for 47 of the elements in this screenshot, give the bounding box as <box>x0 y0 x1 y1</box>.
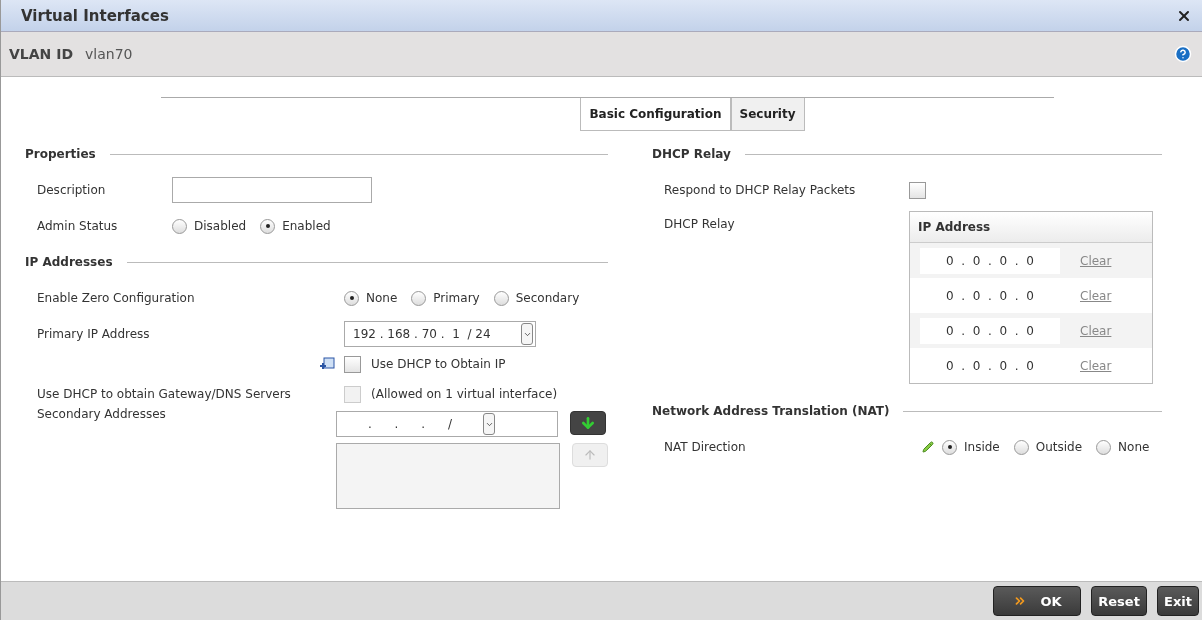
checkbox-label: Use DHCP to Obtain IP <box>371 357 506 371</box>
radio-option[interactable]: None <box>1096 439 1150 455</box>
field-label: Respond to DHCP Relay Packets <box>664 183 857 197</box>
checkbox[interactable] <box>344 355 361 373</box>
clear-link[interactable]: Clear <box>1080 288 1112 303</box>
section-title: Network Address Translation (NAT) <box>652 404 890 418</box>
down-arrow-icon <box>580 415 596 431</box>
footer-button[interactable]: Exit <box>1157 586 1199 616</box>
table-cell: 0 . 0 . 0 . 0 <box>920 317 1060 344</box>
checkbox[interactable] <box>909 181 926 199</box>
field-label: Admin Status <box>37 219 119 233</box>
pencil-icon[interactable] <box>922 441 934 453</box>
footer-button[interactable]: OK <box>993 586 1082 616</box>
field-label: Enable Zero Configuration <box>37 291 196 305</box>
ip-address-field[interactable]: . . . / <box>336 411 558 437</box>
vlan-value: vlan70 <box>85 46 134 62</box>
radio-option[interactable]: None <box>344 290 398 306</box>
radio-option[interactable]: Disabled <box>172 218 247 234</box>
radio-option[interactable]: Enabled <box>260 218 331 234</box>
field-label: Primary IP Address <box>37 327 151 341</box>
field-label: Secondary Addresses <box>37 407 167 421</box>
help-icon[interactable] <box>1174 45 1192 63</box>
radio-option[interactable]: Inside <box>942 439 1000 455</box>
field-label: Use DHCP to obtain Gateway/DNS Servers <box>37 387 292 401</box>
radio-option[interactable]: Primary <box>411 290 480 306</box>
list-add-icon[interactable] <box>319 357 335 371</box>
description-field[interactable] <box>172 177 372 203</box>
radio-option[interactable]: Secondary <box>493 290 580 306</box>
clear-link[interactable]: Clear <box>1080 358 1112 373</box>
dropdown-icon[interactable] <box>483 413 495 435</box>
field-label: DHCP Relay <box>664 217 736 231</box>
vlan-label: VLAN ID <box>9 46 73 62</box>
section-title: Properties <box>25 147 96 161</box>
field-label: NAT Direction <box>664 440 747 454</box>
tab[interactable]: Security <box>730 98 805 131</box>
table-cell: 0 . 0 . 0 . 0 <box>920 247 1060 274</box>
radio-option[interactable]: Outside <box>1013 439 1083 455</box>
section-title: DHCP Relay <box>652 147 731 161</box>
field-label: Description <box>37 183 107 197</box>
window-title: Virtual Interfaces <box>21 6 169 25</box>
section-title: IP Addresses <box>25 255 113 269</box>
tab[interactable]: Basic Configuration <box>580 98 731 131</box>
add-button[interactable] <box>570 411 606 435</box>
ip-address-field[interactable]: 192 . 168 . 70 . 1 / 24 <box>344 321 536 347</box>
footer-button[interactable]: Reset <box>1091 586 1148 616</box>
checkbox-note: (Allowed on 1 virtual interface) <box>371 387 558 401</box>
dropdown-icon[interactable] <box>521 323 533 345</box>
